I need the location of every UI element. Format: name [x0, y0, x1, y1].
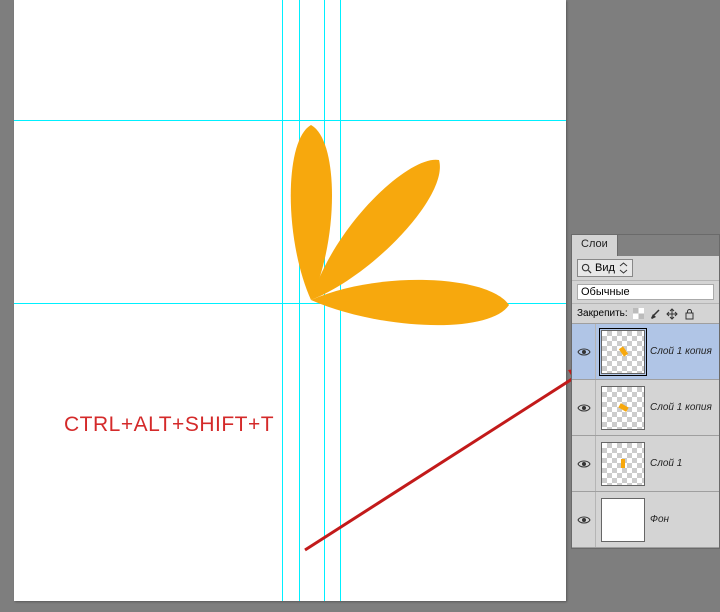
- lock-transparency-icon[interactable]: [632, 307, 645, 320]
- eye-icon: [577, 403, 591, 413]
- flower-shape: [274, 100, 554, 360]
- search-icon: [581, 263, 592, 274]
- visibility-toggle[interactable]: [572, 380, 596, 435]
- tab-layers[interactable]: Слои: [572, 235, 618, 256]
- lock-row: Закрепить:: [572, 304, 719, 324]
- lock-move-icon[interactable]: [666, 307, 679, 320]
- visibility-toggle[interactable]: [572, 492, 596, 547]
- view-dropdown-row: Вид: [572, 256, 719, 281]
- layer-item[interactable]: Фон: [572, 492, 719, 548]
- canvas-area: CTRL+ALT+SHIFT+T: [0, 0, 571, 612]
- layer-thumbnail[interactable]: [601, 330, 645, 374]
- layer-name[interactable]: Слой 1 копия: [650, 346, 712, 357]
- layer-thumbnail[interactable]: [601, 386, 645, 430]
- layer-name[interactable]: Слой 1: [650, 458, 682, 469]
- dropdown-arrows-icon: [618, 261, 629, 275]
- view-label: Вид: [595, 262, 615, 274]
- layer-item[interactable]: Слой 1 копия: [572, 380, 719, 436]
- shortcut-label: CTRL+ALT+SHIFT+T: [64, 413, 274, 437]
- panel-tabs: Слои: [572, 235, 719, 256]
- layers-panel: Слои Вид Закрепить: Слой 1 копия Слой 1 …: [571, 234, 720, 549]
- eye-icon: [577, 515, 591, 525]
- lock-label: Закрепить:: [577, 308, 628, 319]
- visibility-toggle[interactable]: [572, 436, 596, 491]
- layer-item[interactable]: Слой 1 копия: [572, 324, 719, 380]
- eye-icon: [577, 459, 591, 469]
- visibility-toggle[interactable]: [572, 324, 596, 379]
- canvas[interactable]: CTRL+ALT+SHIFT+T: [14, 0, 566, 601]
- layer-name[interactable]: Слой 1 копия: [650, 402, 712, 413]
- blend-mode-row: [572, 281, 719, 304]
- layer-list: Слой 1 копия Слой 1 копия Слой 1 Фон: [572, 324, 719, 548]
- layer-thumbnail[interactable]: [601, 498, 645, 542]
- layer-name[interactable]: Фон: [650, 514, 669, 525]
- layer-item[interactable]: Слой 1: [572, 436, 719, 492]
- layer-thumbnail[interactable]: [601, 442, 645, 486]
- lock-brush-icon[interactable]: [649, 307, 662, 320]
- view-dropdown[interactable]: Вид: [577, 259, 633, 277]
- blend-mode-input[interactable]: [577, 284, 714, 300]
- lock-all-icon[interactable]: [683, 307, 696, 320]
- eye-icon: [577, 347, 591, 357]
